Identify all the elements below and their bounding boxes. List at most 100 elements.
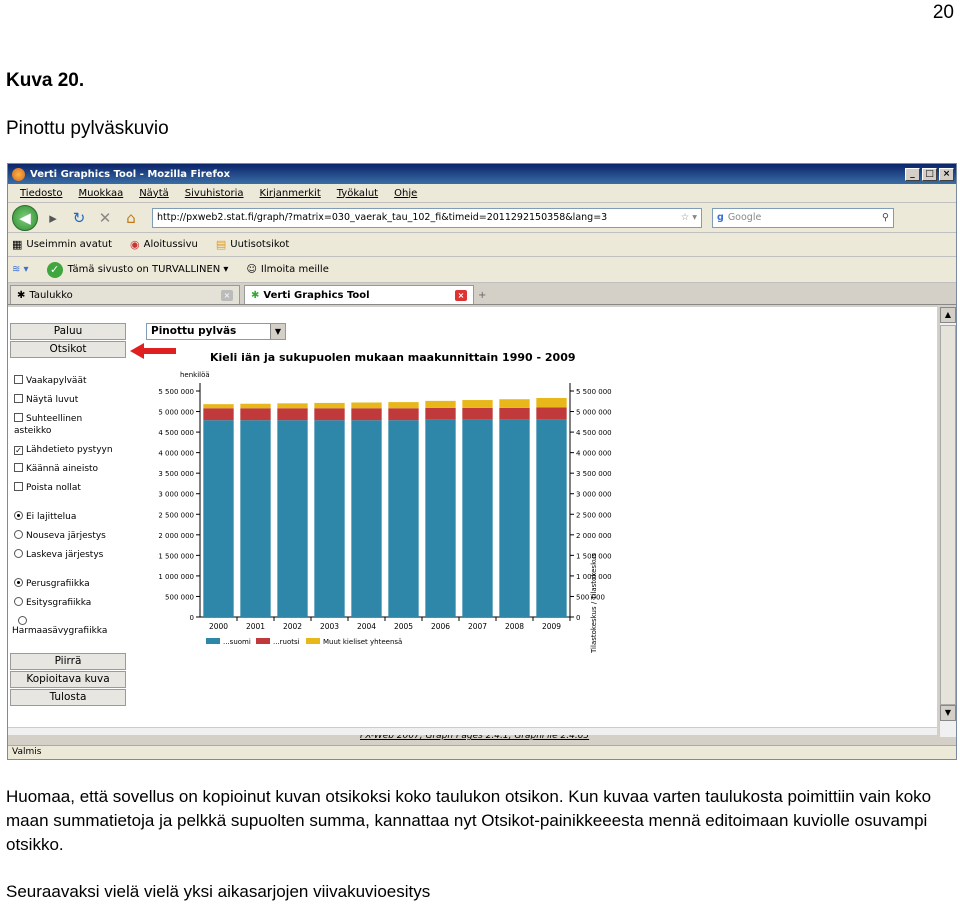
star-icon[interactable]: ☆ ▾	[681, 212, 701, 223]
status-bar: Valmis	[8, 745, 956, 759]
maximize-icon[interactable]: □	[922, 167, 937, 181]
radio[interactable]	[14, 549, 23, 558]
tab-close-icon[interactable]: ×	[455, 289, 467, 301]
checkbox-option[interactable]: Näytä luvut	[14, 394, 128, 406]
checkbox-option[interactable]: Käännä aineisto	[14, 463, 128, 475]
url-field[interactable]: http://pxweb2.stat.fi/graph/?matrix=030_…	[152, 207, 702, 228]
horizontal-scrollbar[interactable]	[8, 727, 937, 735]
browser-screenshot: Verti Graphics Tool - Mozilla Firefox _ …	[7, 163, 957, 760]
search-input[interactable]: g Google ⚲	[712, 207, 894, 228]
search-placeholder: Google	[727, 212, 762, 223]
checkbox[interactable]	[14, 482, 23, 491]
radio-option[interactable]: Ei lajittelua	[14, 511, 128, 523]
figure-caption: Pinottu pylväskuvio	[6, 118, 169, 139]
vertical-scrollbar[interactable]: ▲ ▼	[939, 307, 956, 737]
y-tick-label-right: 4 000 000	[576, 450, 612, 458]
bookmark-item[interactable]: ▦ Useimmin avatut	[12, 238, 112, 251]
graph-type-select[interactable]: Pinottu pylväs ▼	[146, 323, 286, 340]
radio[interactable]	[14, 597, 23, 606]
menu-item[interactable]: Ohje	[394, 188, 417, 199]
tab-icon: ✱	[251, 289, 260, 301]
reload-icon[interactable]: ↻	[68, 209, 90, 227]
options-panel: Paluu Otsikot Vaakapylväät Näytä luvut S…	[10, 323, 128, 707]
checkbox-option[interactable]: Vaakapylväät	[14, 375, 128, 387]
chevron-down-icon[interactable]: ▼	[270, 324, 285, 339]
bar-segment	[277, 403, 308, 409]
bar-segment	[536, 397, 567, 408]
checkbox-option[interactable]: ✓ Lähdetieto pystyyn	[14, 444, 128, 456]
rss-icon: ▤	[215, 238, 227, 251]
forward-arrow-icon[interactable]: ▸	[42, 209, 64, 227]
radio-option[interactable]: Laskeva järjestys	[14, 549, 128, 561]
close-icon[interactable]: ×	[939, 167, 954, 181]
menu-item[interactable]: Kirjanmerkit	[260, 188, 321, 199]
menu-item[interactable]: Muokkaa	[78, 188, 123, 199]
stop-icon[interactable]: ✕	[94, 209, 116, 227]
back-arrow-icon[interactable]: ◀	[12, 204, 38, 231]
otsikot-button[interactable]: Otsikot	[10, 341, 126, 358]
checkbox[interactable]	[14, 375, 23, 384]
bookmark-item[interactable]: ◉ Aloitussivu	[130, 238, 198, 251]
minimize-icon[interactable]: _	[905, 167, 920, 181]
checkbox[interactable]	[14, 413, 23, 422]
scroll-down-icon[interactable]: ▼	[940, 705, 956, 721]
y-tick-label-right: 4 500 000	[576, 429, 612, 437]
x-tick-label: 2000	[209, 622, 228, 631]
menu-item[interactable]: Työkalut	[337, 188, 378, 199]
page-number: 20	[932, 2, 954, 23]
wot-menu-icon[interactable]: ≋ ▾	[12, 264, 29, 275]
checkbox[interactable]	[14, 463, 23, 472]
bar-segment	[240, 403, 271, 409]
scroll-thumb[interactable]	[940, 325, 956, 705]
wot-report[interactable]: ☺ Ilmoita meille	[246, 264, 328, 275]
y-tick-label-right: 3 000 000	[576, 491, 612, 499]
bar-segment	[351, 408, 382, 421]
radio[interactable]	[14, 530, 23, 539]
firefox-icon: ◉	[130, 238, 140, 251]
menu-item[interactable]: Tiedosto	[20, 188, 62, 199]
radio[interactable]	[18, 616, 27, 625]
checkbox-option[interactable]: Suhteellinen asteikko	[14, 413, 104, 437]
bookmark-item[interactable]: ▤ Uutisotsikot	[216, 238, 289, 251]
bar-segment	[277, 408, 308, 421]
navigation-bar: ◀ ▸ ↻ ✕ ⌂ http://pxweb2.stat.fi/graph/?m…	[8, 203, 956, 233]
body-paragraph: Huomaa, että sovellus on kopioinut kuvan…	[6, 787, 932, 854]
checkbox-checked[interactable]: ✓	[14, 446, 23, 455]
tab-close-icon[interactable]: ×	[221, 289, 233, 301]
google-icon: g	[717, 212, 724, 223]
radio-selected[interactable]	[14, 511, 23, 520]
checkbox[interactable]	[14, 394, 23, 403]
checkbox-option[interactable]: Poista nollat	[14, 482, 128, 494]
tulosta-button[interactable]: Tulosta	[10, 689, 126, 706]
menu-item[interactable]: Sivuhistoria	[185, 188, 244, 199]
check-icon: ✓	[46, 261, 63, 278]
window-titlebar: Verti Graphics Tool - Mozilla Firefox _ …	[8, 164, 956, 184]
radio-option[interactable]: Nouseva järjestys	[14, 530, 128, 542]
bar-segment	[536, 419, 567, 617]
tab-icon: ✱	[17, 289, 26, 301]
bar-segment	[425, 400, 456, 408]
y-tick-label: 4 500 000	[158, 429, 194, 437]
wot-status[interactable]: ✓ Tämä sivusto on TURVALLINEN ▾	[46, 261, 228, 278]
paluu-button[interactable]: Paluu	[10, 323, 126, 340]
bar-segment	[499, 419, 530, 617]
radio-option[interactable]: Harmaasävygrafiikka	[12, 616, 128, 637]
search-icon[interactable]: ⚲	[882, 212, 893, 223]
menu-item[interactable]: Näytä	[139, 188, 169, 199]
new-tab-icon[interactable]: +	[478, 290, 486, 301]
radio-option[interactable]: Perusgrafiikka	[14, 578, 128, 590]
kopioitava-kuva-button[interactable]: Kopioitava kuva	[10, 671, 126, 688]
people-icon: ☺	[246, 264, 257, 275]
y-tick-label: 5 000 000	[158, 409, 194, 417]
bar-segment	[462, 419, 493, 617]
tab-verti[interactable]: ✱ Verti Graphics Tool ×	[244, 285, 474, 304]
y-tick-label: 500 000	[165, 593, 194, 601]
bar-segment	[425, 419, 456, 617]
piirra-button[interactable]: Piirrä	[10, 653, 126, 670]
scroll-up-icon[interactable]: ▲	[940, 307, 956, 323]
radio-option[interactable]: Esitysgrafiikka	[14, 597, 128, 609]
tab-taulukko[interactable]: ✱ Taulukko ×	[10, 285, 240, 304]
y-tick-label: 1 000 000	[158, 573, 194, 581]
home-icon[interactable]: ⌂	[120, 209, 142, 227]
radio-selected[interactable]	[14, 578, 23, 587]
